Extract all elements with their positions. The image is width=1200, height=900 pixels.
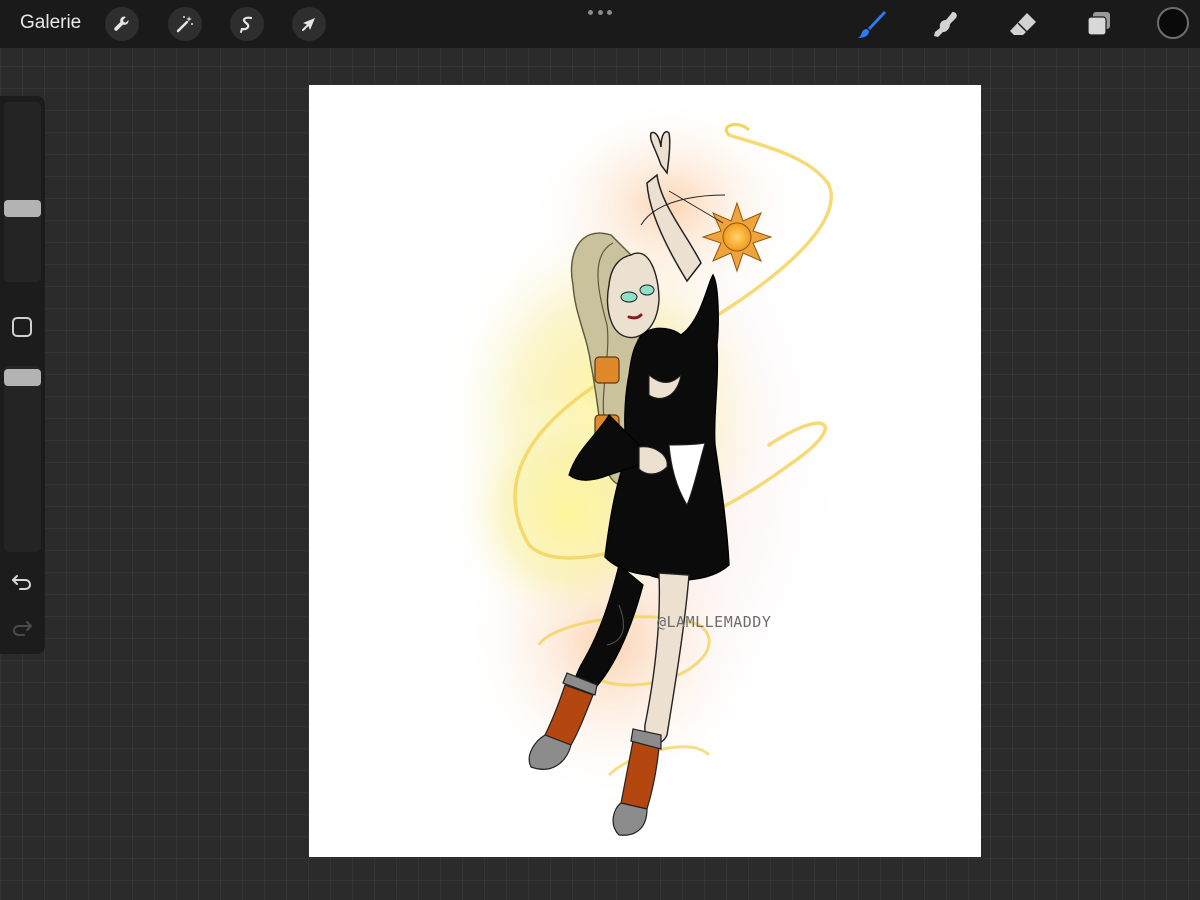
redo-arrow-icon: [12, 621, 32, 636]
opacity-slider[interactable]: [4, 366, 41, 552]
opacity-handle[interactable]: [4, 369, 41, 387]
brush-tool-button[interactable]: [853, 5, 891, 43]
brush-size-slider[interactable]: [4, 102, 41, 282]
brush-size-handle[interactable]: [4, 199, 41, 217]
transform-arrow-icon: [302, 18, 315, 31]
selection-icon: [240, 16, 253, 33]
dot-icon: [607, 10, 612, 15]
undo-button[interactable]: [9, 569, 35, 595]
artwork-illustration: [434, 95, 854, 836]
drawing-canvas[interactable]: @LAMLLEMADDY: [309, 85, 981, 857]
more-options-handle[interactable]: [588, 10, 612, 18]
redo-button[interactable]: [9, 615, 35, 641]
dot-icon: [597, 10, 603, 15]
eraser-tool-button[interactable]: [1004, 5, 1042, 43]
eraser-icon: [1010, 13, 1036, 35]
artist-signature: @LAMLLEMADDY: [657, 613, 772, 631]
undo-arrow-icon: [12, 575, 32, 590]
dot-icon: [588, 10, 593, 15]
smudge-tool-button[interactable]: [927, 5, 965, 43]
transform-button[interactable]: [292, 7, 326, 41]
magic-wand-icon: [176, 16, 193, 33]
wrench-icon: [114, 16, 129, 31]
actions-wrench-button[interactable]: [105, 7, 139, 41]
top-toolbar: Galerie: [0, 0, 1200, 48]
brush-icon: [858, 11, 886, 38]
layers-icon: [1087, 12, 1110, 36]
color-picker-button[interactable]: [1157, 7, 1189, 39]
layers-button[interactable]: [1080, 5, 1118, 43]
left-sidebar: [0, 96, 45, 654]
modify-button[interactable]: [12, 317, 32, 337]
selection-button[interactable]: [230, 7, 264, 41]
smudge-icon: [934, 12, 957, 37]
adjustments-button[interactable]: [168, 7, 202, 41]
gallery-button[interactable]: Galerie: [20, 12, 81, 34]
